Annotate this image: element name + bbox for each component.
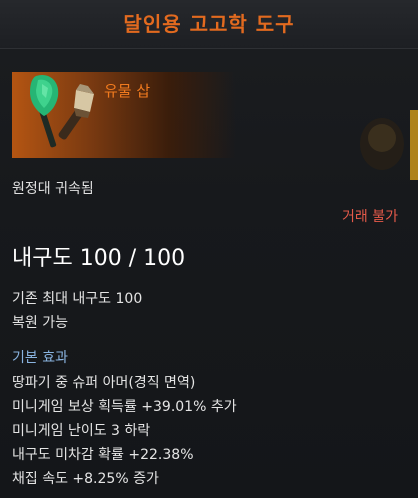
trade-status: 거래 불가 — [342, 209, 398, 225]
basic-effects-title: 기본 효과 — [12, 350, 68, 366]
durability-value: 내구도 100 / 100 — [12, 246, 186, 271]
item-tooltip: 달인용 고고학 도구 유물 삽 원정대 귀속됨 거래 불가 내구도 100 / … — [0, 0, 418, 498]
repairable: 복원 가능 — [12, 315, 68, 331]
shovel-and-brush-icon — [30, 74, 94, 148]
bound-status: 원정대 귀속됨 — [12, 181, 94, 197]
max-durability: 기존 최대 내구도 100 — [12, 291, 143, 307]
item-name: 유물 삽 — [104, 82, 151, 100]
effect-line: 미니게임 보상 획득률 +39.01% 추가 — [12, 399, 237, 415]
tooltip-title: 달인용 고고학 도구 — [123, 12, 295, 36]
background-art — [360, 110, 418, 180]
effect-line: 내구도 미차감 확률 +22.38% — [12, 447, 194, 463]
tooltip-header: 달인용 고고학 도구 — [0, 0, 418, 49]
effect-line: 땅파기 중 슈퍼 아머(경직 면역) — [12, 375, 196, 391]
effect-line: 채집 속도 +8.25% 증가 — [12, 471, 159, 487]
effect-line: 미니게임 난이도 3 하락 — [12, 423, 151, 439]
